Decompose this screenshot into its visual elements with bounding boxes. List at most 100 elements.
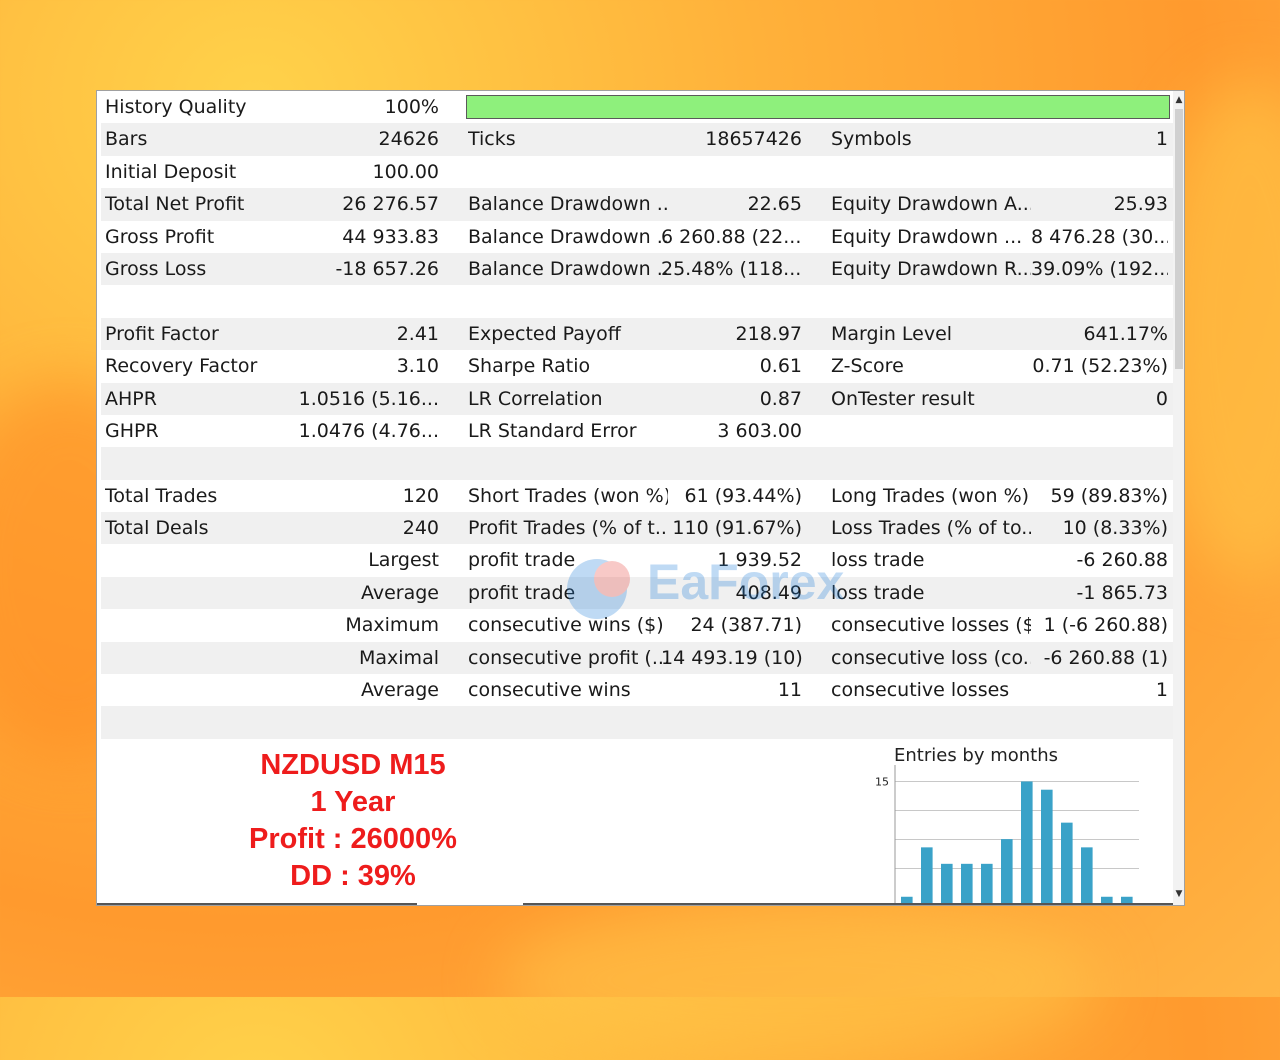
stat-label: LR Correlation <box>468 387 603 410</box>
promo-line-4: DD : 39% <box>290 860 416 892</box>
stat-label: profit trade <box>468 549 576 572</box>
stats-row: Recovery Factor 3.10 Sharpe Ratio 0.61 Z-Sco… <box>101 350 1173 382</box>
stats-row: Total Trades 120 Short Trades (won %) 61 (9… <box>101 480 1173 512</box>
stats-row: Initial Deposit 100.00 <box>101 156 1173 188</box>
stat-label: AHPR <box>105 387 157 410</box>
stat-value: 8 476.28 (30.... <box>1031 225 1168 248</box>
stat-value: 18657426 <box>705 128 802 151</box>
stat-label: Margin Level <box>831 322 953 345</box>
chart-y-tick-label: 15 <box>875 775 889 788</box>
vertical-scrollbar[interactable]: ▲ ▼ <box>1173 91 1184 905</box>
scroll-down-arrow-icon[interactable]: ▼ <box>1173 887 1184 901</box>
stats-row: Average consecutive wins 11 consecutive los… <box>101 674 1173 706</box>
stat-label: Balance Drawdown ... <box>468 193 668 216</box>
stats-row <box>101 706 1173 739</box>
stat-value: 2.41 <box>396 322 439 345</box>
stat-label: Gross Profit <box>105 225 215 248</box>
stat-value: -6 260.88 (1) <box>1043 646 1168 669</box>
row-group-label: Largest <box>368 549 439 572</box>
chart-title: Entries by months <box>894 745 1059 766</box>
stats-grid: History Quality 100% Bars 24626 Ticks 1865742… <box>101 91 1173 739</box>
bottom-panel: NZDUSD M15 1 Year Profit : 26000% DD : 3… <box>97 739 1173 905</box>
stat-value: 1 <box>1155 128 1168 151</box>
stat-label: Short Trades (won %) <box>468 484 668 507</box>
stat-value: -18 657.26 <box>335 257 439 280</box>
tester-report-window: History Quality 100% Bars 24626 Ticks 1865742… <box>96 90 1185 906</box>
stat-value: 1.0476 (4.76... <box>298 419 439 442</box>
stat-label: Sharpe Ratio <box>468 355 591 378</box>
stat-label: Equity Drawdown R... <box>831 257 1031 280</box>
stat-label: consecutive wins ($) <box>468 614 664 637</box>
stat-label: Balance Drawdown ... <box>468 257 668 280</box>
scroll-thumb[interactable] <box>1175 109 1183 369</box>
stats-row: Bars 24626 Ticks 18657426 Symbols 1 <box>101 123 1173 156</box>
stat-value: 110 (91.67%) <box>672 517 802 540</box>
stat-label: consecutive loss (co... <box>831 646 1031 669</box>
chart-bar <box>1041 789 1053 905</box>
stat-value: 408.49 <box>735 581 802 604</box>
stat-value: 26 276.57 <box>342 193 439 216</box>
stat-label: consecutive wins <box>468 679 631 702</box>
stat-value: 0.87 <box>759 387 802 410</box>
stat-value: 11 <box>777 679 802 702</box>
stat-label: Equity Drawdown ... <box>831 225 1023 248</box>
stat-value: 218.97 <box>735 322 802 345</box>
bottom-edge <box>97 903 1173 905</box>
stat-label: Long Trades (won %) <box>831 484 1030 507</box>
stat-value: 120 <box>402 484 439 507</box>
stat-value: -1 865.73 <box>1076 581 1168 604</box>
stat-label: Total Net Profit <box>105 193 245 216</box>
stat-label: loss trade <box>831 549 925 572</box>
stat-label: Ticks <box>468 128 516 151</box>
stats-row: Maximal consecutive profit (... 14 493.19 … <box>101 641 1173 675</box>
stat-label: Expected Payoff <box>468 322 621 345</box>
stat-label: Total Deals <box>105 517 209 540</box>
stat-value: 3 603.00 <box>717 419 802 442</box>
stats-row: Maximum consecutive wins ($) 24 (387.71) co… <box>101 609 1173 641</box>
history-quality-progress-bar <box>466 95 1170 119</box>
promo-line-1: NZDUSD M15 <box>260 749 446 781</box>
stat-value: 24 (387.71) <box>690 614 802 637</box>
entries-by-months-chart: Entries by months 15 <box>857 739 1157 905</box>
stat-value: 240 <box>402 517 439 540</box>
stat-value: 61 (93.44%) <box>684 484 803 507</box>
stat-label: Balance Drawdown ... <box>468 225 668 248</box>
stats-row <box>101 447 1173 480</box>
stats-row: AHPR 1.0516 (5.16... LR Correlation 0.87 OnT… <box>101 382 1173 415</box>
chart-bar <box>1021 781 1033 905</box>
stat-label: Equity Drawdown A... <box>831 193 1031 216</box>
stat-value: 0 <box>1155 387 1168 410</box>
stat-label: loss trade <box>831 581 925 604</box>
row-group-label: Average <box>360 581 439 604</box>
stat-label: Bars <box>105 128 148 151</box>
stat-label: Loss Trades (% of to... <box>831 517 1031 540</box>
scroll-up-arrow-icon[interactable]: ▲ <box>1173 93 1184 107</box>
row-group-label: Maximal <box>359 646 439 669</box>
stat-label: History Quality <box>105 96 247 118</box>
chart-bar <box>941 863 953 905</box>
stats-row: Gross Profit 44 933.83 Balance Drawdown ..… <box>101 221 1173 253</box>
chart-bar <box>981 863 993 905</box>
stats-row: Gross Loss -18 657.26 Balance Drawdown ...… <box>101 252 1173 286</box>
stat-value: 100.00 <box>372 160 439 183</box>
stats-row: Profit Factor 2.41 Expected Payoff 218.97 Ma… <box>101 317 1173 351</box>
stat-label: Total Trades <box>105 484 218 507</box>
stats-row: Largest profit trade 1 939.52 loss trade -6 … <box>101 544 1173 576</box>
stat-label: LR Standard Error <box>468 419 637 442</box>
stat-value: 10 (8.33%) <box>1062 517 1168 540</box>
stat-label: GHPR <box>105 419 159 442</box>
stat-value: 3.10 <box>396 355 439 378</box>
stat-value: -6 260.88 <box>1076 549 1168 572</box>
stat-label: Recovery Factor <box>105 355 258 378</box>
row-group-label: Average <box>360 679 439 702</box>
stat-value: 641.17% <box>1083 322 1168 345</box>
promo-line-3: Profit : 26000% <box>249 823 457 855</box>
stat-value: 0.61 <box>759 355 802 378</box>
row-group-label: Maximum <box>345 614 439 637</box>
stats-row: Total Deals 240 Profit Trades (% of t... 11… <box>101 512 1173 545</box>
stat-label: Profit Trades (% of t... <box>468 517 668 540</box>
stat-value: 6 260.88 (22.... <box>661 225 802 248</box>
stat-label: Gross Loss <box>105 257 207 280</box>
edge-segment <box>523 903 1173 905</box>
stat-label: Initial Deposit <box>105 160 237 183</box>
